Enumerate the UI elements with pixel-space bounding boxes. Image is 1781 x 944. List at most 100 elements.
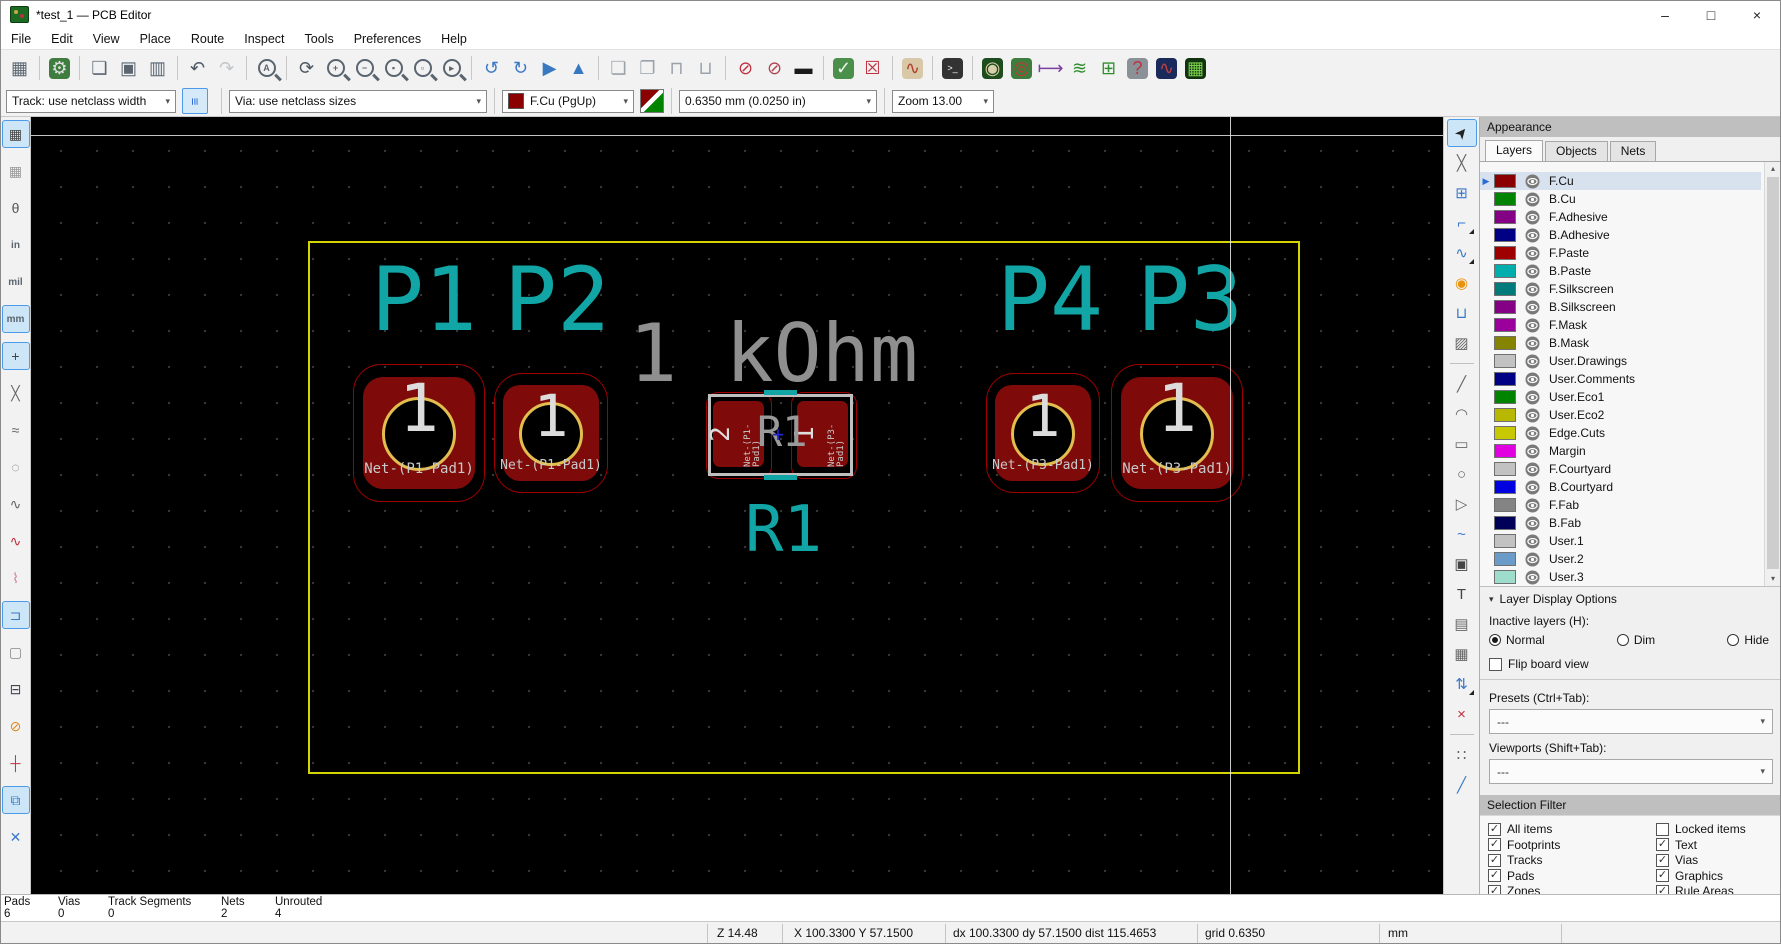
layer-row-f.paste[interactable]: F.Paste [1480, 244, 1761, 262]
minimize-button[interactable]: – [1642, 1, 1688, 28]
grid-size-dropdown[interactable]: 0.6350 mm (0.0250 in) ▾ [679, 89, 877, 113]
undo-icon[interactable]: ↶ [184, 55, 211, 82]
zoom-selection-icon[interactable]: ▸ [438, 55, 465, 82]
footprint-outline-icon[interactable]: ⊐ [1, 601, 30, 629]
layer-row-f.courtyard[interactable]: F.Courtyard [1480, 460, 1761, 478]
sketch-tracks-icon[interactable]: ∿ [2, 490, 30, 518]
layer-color-swatch[interactable] [1494, 534, 1516, 548]
layer-row-user.3[interactable]: User.3 [1480, 568, 1761, 586]
unlock-icon[interactable]: ⊔ [692, 55, 719, 82]
layer-row-b.silkscreen[interactable]: B.Silkscreen [1480, 298, 1761, 316]
delete-tool-icon[interactable]: × [1447, 700, 1477, 728]
highlight-nets-icon[interactable]: ◌ [2, 453, 30, 481]
layer-row-f.silkscreen[interactable]: F.Silkscreen [1480, 280, 1761, 298]
zoom-dropdown[interactable]: Zoom 13.00 ▾ [892, 89, 994, 113]
attributes-help-icon[interactable]: ? [1124, 55, 1151, 82]
tab-nets[interactable]: Nets [1609, 141, 1657, 161]
refresh-icon[interactable]: ⟳ [293, 55, 320, 82]
filter-tracks[interactable]: ✓ Tracks [1488, 853, 1543, 867]
update-pcb-icon[interactable]: ✓ [830, 55, 857, 82]
visibility-eye-icon[interactable] [1525, 516, 1540, 531]
draw-bezier-icon[interactable]: ~ [1447, 520, 1477, 548]
draw-polygon-icon[interactable]: ▷ [1447, 490, 1477, 518]
print-icon[interactable]: ▣ [115, 55, 142, 82]
group-icon[interactable]: ❏ [605, 55, 632, 82]
layer-color-swatch[interactable] [1494, 516, 1516, 530]
pad-p2[interactable]: 1 Net-(P1-Pad1) [494, 373, 608, 493]
tab-layers[interactable]: Layers [1485, 140, 1544, 161]
polar-coordinates-icon[interactable]: θ [2, 194, 30, 222]
select-tool-icon[interactable]: ➤ [1446, 119, 1477, 147]
filter-locked-items[interactable]: Locked items [1656, 822, 1746, 836]
curved-ratsnest-icon[interactable]: ≈ [2, 416, 30, 444]
layer-color-swatch[interactable] [1494, 390, 1516, 404]
visibility-eye-icon[interactable] [1525, 228, 1540, 243]
visibility-eye-icon[interactable] [1525, 480, 1540, 495]
layer-row-f.cu[interactable]: ▶ F.Cu [1480, 172, 1761, 190]
zone-outline-icon[interactable]: ▢ [2, 638, 30, 666]
drc-icon[interactable]: ☒ [859, 55, 886, 82]
layer-color-swatch[interactable] [1494, 228, 1516, 242]
layer-row-b.paste[interactable]: B.Paste [1480, 262, 1761, 280]
visibility-eye-icon[interactable] [1525, 210, 1540, 225]
maximize-button[interactable]: □ [1688, 1, 1734, 28]
layer-color-swatch[interactable] [1494, 462, 1516, 476]
page-settings-icon[interactable]: ❏ [86, 55, 113, 82]
value-text-1kohm[interactable]: 1 kOhm [629, 314, 918, 394]
units-inches-icon[interactable]: in [2, 231, 30, 259]
place-image-icon[interactable]: ▣ [1447, 550, 1477, 578]
footprint-anchor-icon[interactable]: ⊔ [1447, 299, 1477, 327]
silkscreen-text-p1[interactable]: P1 [371, 256, 477, 344]
visibility-eye-icon[interactable] [1525, 372, 1540, 387]
layer-color-swatch[interactable] [1494, 336, 1516, 350]
menu-help[interactable]: Help [431, 32, 477, 46]
pad-p1[interactable]: 1 Net-(P1-Pad1) [353, 364, 485, 502]
silkscreen-text-p3[interactable]: P3 [1137, 256, 1243, 344]
flip-board-view-option[interactable]: Flip board view [1489, 657, 1773, 671]
viewports-dropdown[interactable]: --- ▾ [1489, 759, 1773, 784]
place-textbox-icon[interactable]: ▤ [1447, 610, 1477, 638]
close-button[interactable]: × [1734, 1, 1780, 28]
visibility-eye-icon[interactable] [1525, 426, 1540, 441]
pad-p3[interactable]: 1 Net-(P3-Pad1) [1111, 364, 1243, 502]
menu-file[interactable]: File [1, 32, 41, 46]
draw-rectangle-icon[interactable]: ▭ [1447, 430, 1477, 458]
layers-manager-icon[interactable]: ⧉ [1, 786, 30, 814]
layer-row-user.eco1[interactable]: User.Eco1 [1480, 388, 1761, 406]
via-size-dropdown[interactable]: Via: use netclass sizes ▾ [229, 89, 487, 113]
layer-row-b.adhesive[interactable]: B.Adhesive [1480, 226, 1761, 244]
filter-footprints[interactable]: ✓ Footprints [1488, 838, 1560, 852]
swap-layers-icon[interactable]: ≋ [1066, 55, 1093, 82]
scroll-up-icon[interactable]: ▴ [1765, 162, 1780, 176]
place-footprint-icon[interactable]: ⊞ [1447, 179, 1477, 207]
layer-color-swatch[interactable] [1494, 282, 1516, 296]
import-settings-icon[interactable]: ⊞ [1095, 55, 1122, 82]
zone-fill-off-icon[interactable]: ⊘ [2, 712, 30, 740]
layer-color-swatch[interactable] [1494, 570, 1516, 584]
grid-overrides-icon[interactable]: ▦ [2, 157, 30, 185]
draw-zone-icon[interactable]: ▨ [1447, 329, 1477, 357]
layer-row-margin[interactable]: Margin [1480, 442, 1761, 460]
layer-color-swatch[interactable] [1494, 354, 1516, 368]
via-display-icon[interactable]: ⊟ [2, 675, 30, 703]
rotate-cw-icon[interactable]: ↻ [507, 55, 534, 82]
save-icon[interactable]: ▦ [6, 55, 33, 82]
crosshair-cursor-icon[interactable]: + [1, 342, 30, 370]
place-via-icon[interactable]: ◉ [1447, 269, 1477, 297]
grid-origin-icon[interactable]: ∷ [1447, 741, 1477, 769]
visibility-eye-icon[interactable] [1525, 498, 1540, 513]
layer-color-swatch[interactable] [1494, 210, 1516, 224]
show-ratsnest-icon[interactable]: ╳ [2, 379, 30, 407]
visibility-eye-icon[interactable] [1525, 336, 1540, 351]
track-width-dropdown[interactable]: Track: use netclass width ▾ [6, 89, 176, 113]
scripting-console-icon[interactable]: >_ [939, 55, 966, 82]
layer-color-swatch[interactable] [1494, 264, 1516, 278]
layer-color-swatch[interactable] [1494, 498, 1516, 512]
draw-circle-icon[interactable]: ○ [1447, 460, 1477, 488]
silkscreen-text-r1[interactable]: R1 [745, 498, 822, 562]
visibility-eye-icon[interactable] [1525, 192, 1540, 207]
filter-graphics[interactable]: ✓ Graphics [1656, 869, 1723, 883]
layer-row-user.1[interactable]: User.1 [1480, 532, 1761, 550]
menu-tools[interactable]: Tools [295, 32, 344, 46]
layer-pair-button[interactable] [640, 89, 664, 113]
